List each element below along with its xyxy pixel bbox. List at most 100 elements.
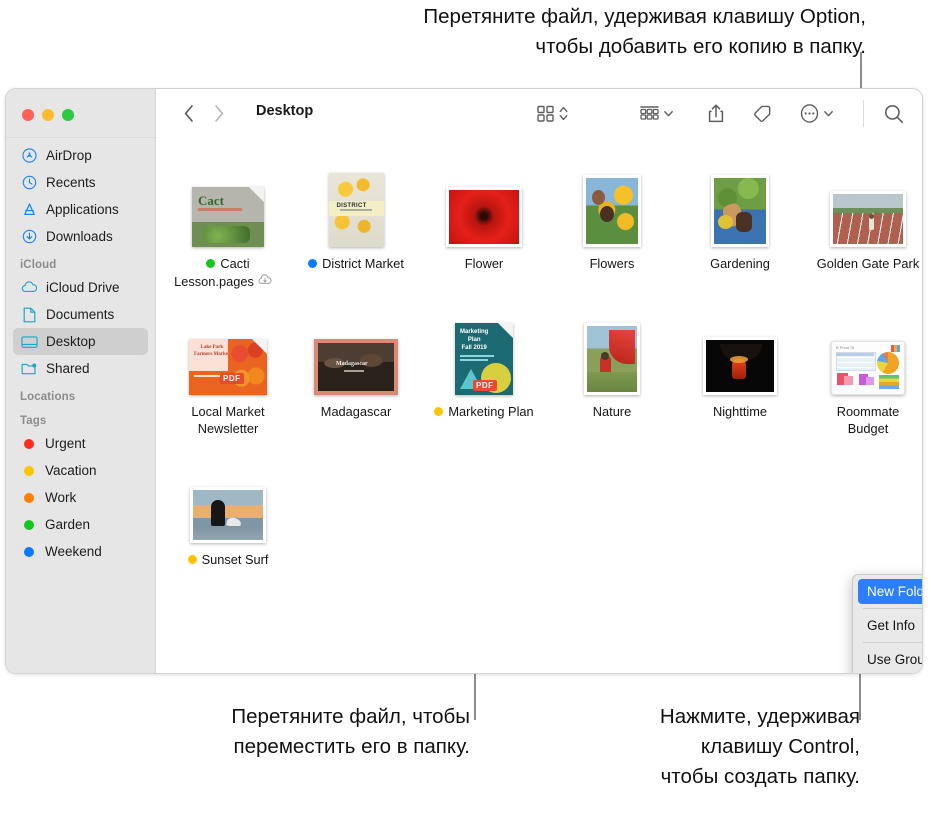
file-item[interactable]: DISTRICT District Market [292, 171, 420, 272]
menu-item-get-info[interactable]: Get Info [858, 613, 922, 638]
sidebar-item-shared[interactable]: Shared [13, 355, 148, 382]
tag-dot-icon [24, 546, 34, 557]
sidebar-item-label: Vacation [45, 463, 97, 478]
file-label: Golden Gate Park [816, 256, 920, 271]
file-label: Roommate [836, 404, 900, 419]
tag-dot-icon [24, 492, 34, 503]
annotation-control-click: Нажмите, удерживая клавишу Control, чтоб… [659, 705, 860, 788]
file-item[interactable]: Lake Park Farmers Market PDF Local Market… [164, 319, 292, 437]
sidebar-item-label: Work [45, 490, 77, 505]
tag-dot-icon [206, 259, 216, 268]
sidebar-tag-weekend[interactable]: Weekend [13, 538, 148, 565]
file-item[interactable]: Nighttime [676, 319, 804, 420]
file-label: Madagascar [320, 404, 392, 419]
sidebar-item-label: Urgent [45, 436, 86, 451]
document-icon [20, 306, 39, 324]
menu-item-label: Get Info [867, 618, 916, 633]
menu-item-new-folder[interactable]: New Folder [858, 579, 922, 604]
file-thumbnail [420, 171, 548, 247]
search-button[interactable] [883, 101, 905, 126]
airdrop-icon [20, 147, 39, 165]
chevron-up-down-icon [559, 106, 568, 121]
sidebar-item-documents[interactable]: Documents [13, 301, 148, 328]
file-thumbnail: Madagascar [292, 319, 420, 395]
sidebar-item-airdrop[interactable]: AirDrop [13, 142, 148, 169]
file-item[interactable]: Marketing Plan Fall 2019 PDF Marketing Pla… [420, 319, 548, 420]
file-thumbnail [548, 319, 676, 395]
group-by-button[interactable] [639, 101, 674, 126]
file-label: Gardening [710, 256, 770, 271]
sidebar-item-label: Documents [46, 307, 115, 322]
shared-folder-icon [20, 360, 39, 378]
tag-dot-icon [434, 407, 444, 416]
sidebar-item-recents[interactable]: Recents [13, 169, 148, 196]
file-item[interactable]: Sunset Surf [164, 467, 292, 568]
more-actions-button[interactable] [799, 101, 834, 126]
minimize-button[interactable] [42, 109, 54, 121]
file-label-line2: Lesson.pages [174, 273, 254, 289]
desktop-icon [20, 333, 39, 351]
file-thumbnail: DISTRICT [292, 171, 420, 247]
applications-icon [20, 201, 39, 219]
sidebar-item-desktop[interactable]: Desktop [13, 328, 148, 355]
sidebar-section-tags: Tags [20, 415, 47, 427]
sidebar-item-downloads[interactable]: Downloads [13, 223, 148, 250]
sidebar-tag-urgent[interactable]: Urgent [13, 430, 148, 457]
file-thumbnail [676, 171, 804, 247]
sidebar-item-applications[interactable]: Applications [13, 196, 148, 223]
file-item[interactable]: Nature [548, 319, 676, 420]
sidebar-list: AirDrop Recents Applications Downloads i… [6, 138, 155, 565]
file-grid: Cact Cacti Lesson.pages DISTRICT Distric… [156, 138, 922, 673]
file-item[interactable]: Gardening [676, 171, 804, 272]
zoom-button[interactable] [62, 109, 74, 121]
toolbar-divider [863, 100, 864, 127]
search-icon [884, 104, 904, 123]
file-label: Flowers [589, 256, 635, 271]
forward-button[interactable] [208, 102, 230, 124]
file-thumbnail [548, 171, 676, 247]
file-item[interactable]: Flower [420, 171, 548, 272]
sidebar-tag-work[interactable]: Work [13, 484, 148, 511]
sidebar-section-icloud: iCloud [20, 259, 57, 271]
file-label: Nature [592, 404, 632, 419]
back-button[interactable] [178, 102, 200, 124]
file-thumbnail: Cact [164, 171, 292, 247]
ellipsis-circle-icon [800, 104, 819, 123]
menu-item-sort-by[interactable]: Sort By › [858, 672, 922, 673]
toolbar: Desktop [156, 89, 922, 138]
file-thumbnail: Lake Park Farmers Market PDF [164, 319, 292, 395]
sidebar-item-label: iCloud Drive [46, 280, 120, 295]
file-item[interactable]: Cact Cacti Lesson.pages [164, 171, 292, 290]
finder-window: AirDrop Recents Applications Downloads i… [5, 88, 923, 674]
file-thumbnail [804, 171, 922, 247]
file-item[interactable]: B Front St Roommate Budget [804, 319, 922, 437]
sidebar-item-icloud-drive[interactable]: iCloud Drive [13, 274, 148, 301]
share-button[interactable] [707, 101, 725, 126]
annotation-drag-to-move: Перетяните файл, чтобы переместить его в… [231, 705, 470, 758]
sidebar-item-label: Recents [46, 175, 96, 190]
menu-separator [863, 642, 922, 643]
sidebar-item-label: Weekend [45, 544, 102, 559]
file-label: District Market [292, 255, 420, 272]
chevron-down-icon [824, 111, 833, 117]
file-label-line2: Budget [847, 421, 889, 436]
file-item[interactable]: Golden Gate Park [804, 171, 922, 272]
sidebar-item-label: Shared [46, 361, 90, 376]
menu-item-label: New Folder [867, 584, 922, 599]
file-item[interactable]: Madagascar Madagascar [292, 319, 420, 420]
sidebar-item-label: Desktop [46, 334, 96, 349]
file-thumbnail [676, 319, 804, 395]
menu-item-use-groups[interactable]: Use Groups [858, 647, 922, 672]
file-thumbnail [164, 467, 292, 543]
file-item[interactable]: Flowers [548, 171, 676, 272]
menu-item-label: Use Groups [867, 652, 922, 667]
context-menu: New Folder Get Info Use Groups Sort By ›… [852, 574, 922, 673]
close-button[interactable] [22, 109, 34, 121]
sidebar-tag-vacation[interactable]: Vacation [13, 457, 148, 484]
menu-separator [863, 608, 922, 609]
sidebar-tag-garden[interactable]: Garden [13, 511, 148, 538]
file-label: Cacti [164, 255, 292, 272]
tag-button[interactable] [752, 101, 772, 126]
tag-dot-icon [308, 259, 318, 268]
icon-view-button[interactable] [536, 101, 569, 126]
